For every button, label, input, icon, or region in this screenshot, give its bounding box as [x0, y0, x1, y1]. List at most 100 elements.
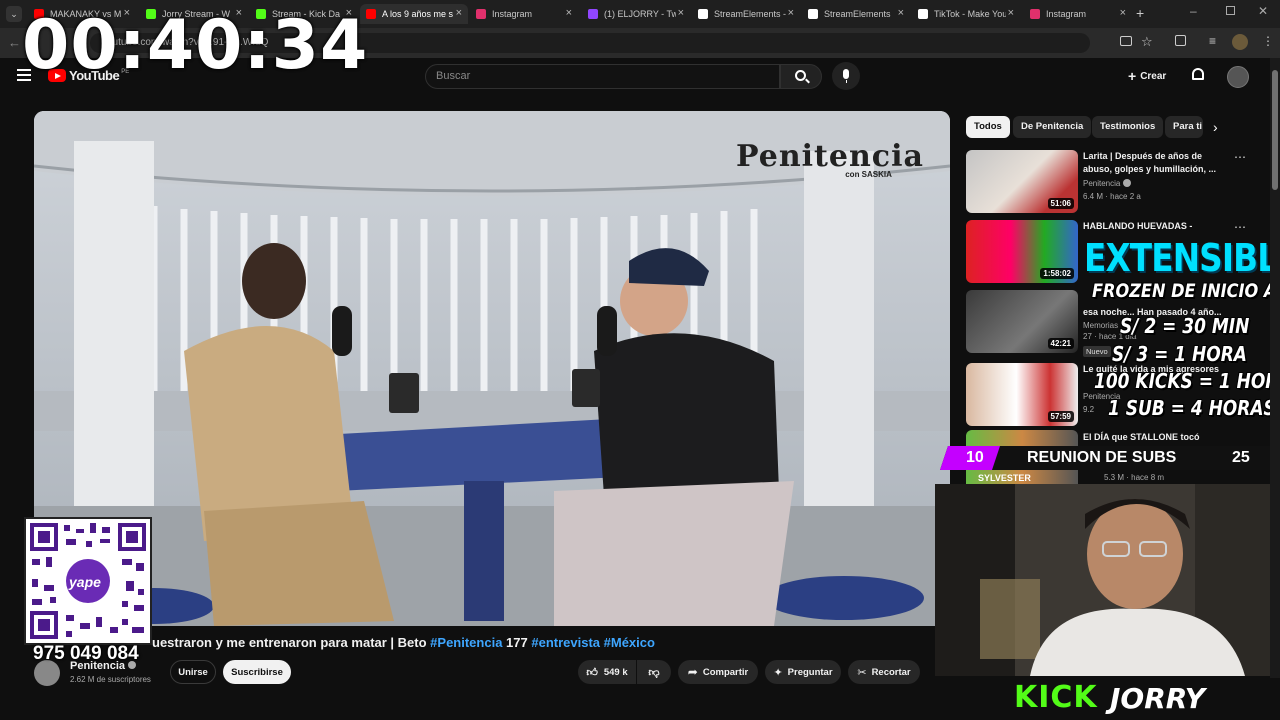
- like-count: 549 k: [603, 666, 628, 678]
- cast-icon[interactable]: [1120, 36, 1132, 46]
- video-main-title: uestraron y me entrenaron para matar | B…: [34, 635, 934, 650]
- scissors-icon: ✂: [857, 666, 867, 679]
- browser-menu-icon[interactable]: ⋮: [1262, 34, 1274, 48]
- video-meta: 5.3 M · hace 8 m: [1104, 473, 1165, 482]
- create-button[interactable]: + Crear: [1120, 64, 1174, 88]
- create-label: Crear: [1140, 70, 1167, 82]
- search-button[interactable]: [780, 64, 822, 89]
- like-button[interactable]: 👍︎ 549 k: [578, 660, 636, 684]
- tab-title: Instagram: [492, 9, 533, 19]
- clip-button[interactable]: ✂ Recortar: [848, 660, 920, 684]
- notifications-bell-icon[interactable]: [1192, 68, 1204, 80]
- chip-de-penitencia[interactable]: De Penitencia: [1013, 116, 1092, 138]
- tab-close-icon[interactable]: ×: [1120, 7, 1126, 19]
- chip-para-ti[interactable]: Para ti: [1165, 116, 1203, 138]
- browser-tab[interactable]: A los 9 años me s ×: [360, 4, 468, 24]
- page-scrollbar[interactable]: [1270, 58, 1280, 678]
- subs-current: 10: [966, 449, 984, 466]
- tab-close-icon[interactable]: ×: [788, 7, 794, 19]
- video-thumbnail[interactable]: 57:59: [966, 363, 1078, 426]
- search-placeholder: Buscar: [436, 70, 471, 82]
- extensible-title: EXTENSIBLE: [1084, 236, 1280, 280]
- voice-search-button[interactable]: [832, 62, 860, 90]
- subscribe-label: Suscribirse: [231, 666, 283, 678]
- video-meta: 6.4 M · hace 2 a: [1083, 192, 1141, 201]
- browser-tab[interactable]: StreamElements - ×: [692, 4, 800, 24]
- tab-close-icon[interactable]: ×: [678, 7, 684, 19]
- chip-de-penitencia-label: De Penitencia: [1021, 121, 1084, 132]
- yape-phone-number: 975 049 084: [33, 643, 139, 664]
- subscribe-button[interactable]: Suscribirse: [223, 660, 291, 684]
- chip-para-ti-label: Para ti: [1173, 121, 1203, 132]
- extensible-rules-panel: EXTENSIBLE FROZEN DE INICIO A FIN S/ 2 =…: [1080, 232, 1280, 432]
- subs-goal-target: 25: [1232, 449, 1250, 466]
- video-watermark: Penitencia con SASKIA: [736, 139, 924, 179]
- tab-close-icon[interactable]: ×: [898, 7, 904, 19]
- extensions-icon[interactable]: [1175, 35, 1186, 46]
- video-title[interactable]: El DÍA que STALLONE tocó: [1083, 431, 1231, 444]
- video-duration: 51:06: [1047, 198, 1074, 209]
- yape-qr-code: yape: [24, 517, 152, 645]
- back-icon[interactable]: ←: [8, 35, 21, 50]
- tab-list-dropdown-icon[interactable]: ⌄: [6, 6, 22, 22]
- yape-label: yape: [69, 574, 101, 590]
- video-duration: 57:59: [1047, 411, 1074, 422]
- video-thumbnail[interactable]: 42:21: [966, 290, 1078, 353]
- join-label: Unirse: [178, 666, 208, 678]
- share-button[interactable]: ➦ Compartir: [678, 660, 758, 684]
- subathon-timer: 00:40:34: [22, 6, 369, 85]
- hashtag-link[interactable]: #Penitencia: [430, 635, 502, 650]
- tab-title: A los 9 años me s: [382, 9, 454, 19]
- subs-goal-label: REUNION DE SUBS: [1027, 449, 1177, 466]
- maximize-window-icon[interactable]: [1226, 6, 1235, 15]
- bookmark-star-icon[interactable]: ☆: [1141, 34, 1153, 50]
- share-icon: ➦: [687, 665, 698, 679]
- more-options-icon[interactable]: ⋯: [1234, 150, 1246, 164]
- video-duration: 1:58:02: [1040, 268, 1074, 279]
- sylvester-label: SYLVESTER: [978, 473, 1031, 483]
- thumbs-up-icon: 👍︎: [586, 666, 598, 679]
- browser-tab[interactable]: Instagram ×: [1024, 4, 1132, 24]
- tab-close-icon[interactable]: ×: [566, 7, 572, 19]
- account-avatar[interactable]: [1227, 66, 1249, 88]
- close-window-icon[interactable]: ✕: [1258, 4, 1268, 18]
- browser-tab[interactable]: Instagram ×: [470, 4, 578, 24]
- video-title[interactable]: Larita | Después de años de abuso, golpe…: [1083, 150, 1231, 176]
- profile-avatar-icon[interactable]: [1232, 34, 1248, 50]
- tab-close-icon[interactable]: ×: [456, 7, 462, 19]
- browser-tab[interactable]: TikTok - Make You ×: [912, 4, 1020, 24]
- tab-favicon-icon: [918, 9, 928, 19]
- clip-label: Recortar: [871, 666, 911, 678]
- channel-name-text: Penitencia: [1083, 179, 1121, 188]
- media-controls-icon[interactable]: ≡: [1209, 34, 1216, 48]
- browser-tab[interactable]: (1) ELJORRY - Twi ×: [582, 4, 690, 24]
- new-tab-icon[interactable]: +: [1136, 5, 1144, 21]
- tab-favicon-icon: [1030, 9, 1040, 19]
- chips-next-chevron-icon[interactable]: ›: [1213, 119, 1218, 135]
- search-input[interactable]: Buscar: [425, 64, 780, 89]
- tab-close-icon[interactable]: ×: [1008, 7, 1014, 19]
- ext-rule-kicks: 100 KICKS = 1 HORA: [1094, 369, 1280, 393]
- video-title-prefix: uestraron y me entrenaron para matar | B…: [152, 635, 431, 650]
- ext-rule-3-soles: S/ 3 = 1 HORA: [1112, 342, 1247, 366]
- scrollbar-thumb[interactable]: [1272, 70, 1278, 190]
- chip-all-label: Todos: [974, 121, 1002, 132]
- video-thumbnail[interactable]: 51:06: [966, 150, 1078, 213]
- video-player[interactable]: Penitencia con SASKIA: [34, 111, 950, 626]
- hashtag-link[interactable]: #entrevista: [531, 635, 600, 650]
- minimize-window-icon[interactable]: –: [1190, 4, 1197, 18]
- ask-button[interactable]: ✦ Preguntar: [765, 660, 841, 684]
- join-button[interactable]: Unirse: [170, 660, 216, 684]
- tab-title: Instagram: [1046, 9, 1087, 19]
- sparkle-icon: ✦: [773, 666, 783, 679]
- ask-label: Preguntar: [787, 666, 833, 678]
- video-thumbnail[interactable]: 1:58:02: [966, 220, 1078, 283]
- dislike-button[interactable]: 👎︎: [637, 660, 671, 684]
- share-label: Compartir: [702, 666, 749, 678]
- hashtag-link[interactable]: #México: [604, 635, 655, 650]
- browser-tab[interactable]: StreamElements ×: [802, 4, 910, 24]
- recommendation-item[interactable]: 51:06 Larita | Después de años de abuso,…: [966, 150, 1266, 214]
- chip-testimonios[interactable]: Testimonios: [1092, 116, 1164, 138]
- channel-name[interactable]: Penitencia: [1083, 179, 1131, 188]
- chip-all[interactable]: Todos: [966, 116, 1010, 138]
